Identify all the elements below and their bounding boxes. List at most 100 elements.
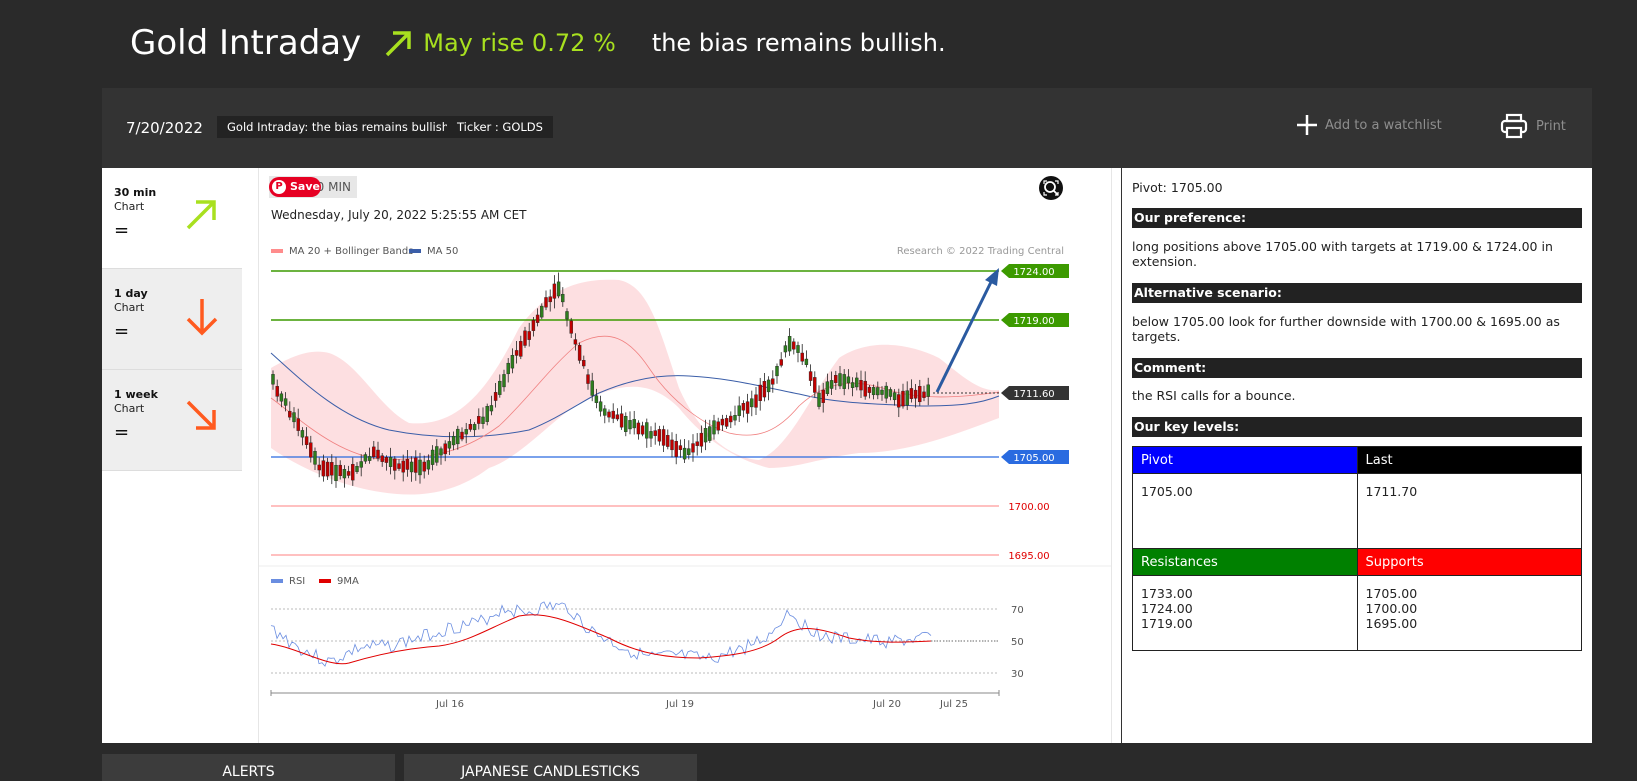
candle-body	[897, 394, 901, 408]
alternative-text: below 1705.00 look for further downside …	[1132, 314, 1560, 344]
candle-body	[871, 387, 876, 396]
print-label: Print	[1536, 118, 1566, 134]
candle-body	[577, 344, 582, 361]
timeframe-30min[interactable]: 30 min Chart =	[102, 168, 242, 269]
candle-body	[296, 418, 300, 431]
level-label-r1: 1719.00	[1001, 313, 1069, 327]
level-label-pivot: 1705.00	[1001, 450, 1069, 464]
candle-body	[330, 462, 334, 476]
candle-body	[275, 386, 279, 397]
candle-body	[384, 457, 389, 463]
rsi-9ma-line	[270, 614, 932, 665]
level-label-s2: 1695.00	[1008, 551, 1049, 562]
candle-body	[552, 283, 557, 299]
candle-body	[414, 457, 418, 473]
price-chart: 0 MIN P Save Wednesday, July 20, 2022 5:2…	[258, 168, 1112, 743]
candle-body	[418, 459, 422, 476]
candle-body	[304, 436, 309, 445]
comment-header: Comment:	[1132, 358, 1582, 378]
candle-body	[506, 362, 510, 375]
candle-body	[388, 457, 393, 467]
print-button[interactable]: Print	[1500, 113, 1566, 139]
candle-body	[645, 422, 649, 439]
candle-body	[334, 464, 338, 482]
candle-body	[720, 418, 725, 426]
candle-body	[317, 464, 321, 471]
candle-body	[674, 441, 678, 457]
candle-body	[435, 446, 439, 463]
candle-body	[691, 443, 695, 453]
legend-9ma: 9MA	[337, 576, 359, 587]
candle-body	[708, 426, 712, 441]
candle-body	[737, 405, 741, 416]
candle-body	[766, 379, 771, 393]
timeframe-label: 1 day	[114, 287, 148, 300]
preference-header: Our preference:	[1132, 208, 1582, 228]
candle-body	[485, 406, 489, 422]
candle-body	[813, 377, 817, 393]
x-label-jul25: Jul 25	[939, 699, 968, 710]
candle-body	[548, 296, 552, 303]
candle-body	[670, 439, 674, 451]
timeframe-status: =	[114, 220, 130, 241]
candle-body	[367, 456, 372, 461]
candle-body	[792, 341, 796, 350]
ticker-tag: Ticker : GOLDS	[447, 116, 553, 138]
arrow-up-right-icon	[186, 200, 216, 230]
x-label-jul19: Jul 19	[665, 699, 694, 710]
candle-body	[619, 413, 624, 428]
candle-body	[380, 455, 384, 462]
candle-body	[598, 401, 603, 412]
candle-body	[489, 405, 494, 412]
rsi-tick-30: 30	[1011, 669, 1024, 680]
alerts-button[interactable]: ALERTS	[102, 754, 395, 781]
candle-body	[876, 387, 880, 396]
legend-9ma-swatch	[319, 579, 331, 583]
level-label-pivot-text: 1705.00	[1013, 453, 1054, 464]
forecast-arrow	[935, 268, 999, 393]
candle-body	[863, 380, 867, 397]
timeframe-label: 1 week	[114, 388, 158, 401]
candle-body	[351, 464, 355, 481]
candle-body	[359, 461, 363, 468]
candle-body	[544, 297, 548, 308]
add-watchlist-button[interactable]: Add to a watchlist	[1295, 113, 1442, 137]
candle-body	[678, 445, 683, 450]
bias-text: the bias remains bullish.	[651, 29, 946, 57]
candle-body	[901, 390, 905, 407]
candle-body	[523, 330, 527, 346]
candle-body	[913, 389, 918, 399]
candle-body	[880, 389, 884, 395]
resistance-value: 1719.00	[1141, 616, 1193, 631]
timeframe-1day[interactable]: 1 day Chart =	[102, 269, 242, 370]
candle-body	[502, 374, 506, 388]
arrow-up-right-icon	[386, 31, 411, 57]
candle-body	[611, 410, 615, 419]
candle-body	[922, 391, 926, 398]
candle-body	[888, 389, 893, 397]
candle-body	[758, 384, 762, 401]
candle-body	[867, 386, 872, 393]
candle-body	[926, 384, 930, 397]
candle-body	[859, 380, 863, 391]
candle-body	[909, 388, 914, 399]
timeframe-1week[interactable]: 1 week Chart =	[102, 370, 242, 471]
candle-body	[338, 464, 342, 477]
candle-body	[481, 416, 485, 424]
level-label-r2-text: 1724.00	[1013, 267, 1054, 278]
candle-body	[561, 293, 565, 303]
candle-body	[393, 458, 397, 471]
candle-body	[733, 415, 737, 421]
candle-body	[325, 461, 330, 477]
candle-body	[355, 466, 359, 472]
candle-body	[632, 419, 636, 429]
candle-body	[783, 345, 788, 353]
candle-body	[397, 463, 401, 469]
supports-header-cell: Supports	[1356, 548, 1582, 576]
candle-body	[729, 415, 733, 423]
timeframe-sub: Chart	[114, 402, 145, 415]
candle-body	[800, 352, 804, 362]
candle-body	[422, 461, 426, 472]
candle-body	[829, 380, 834, 389]
japanese-candlesticks-button[interactable]: JAPANESE CANDLESTICKS	[404, 754, 697, 781]
